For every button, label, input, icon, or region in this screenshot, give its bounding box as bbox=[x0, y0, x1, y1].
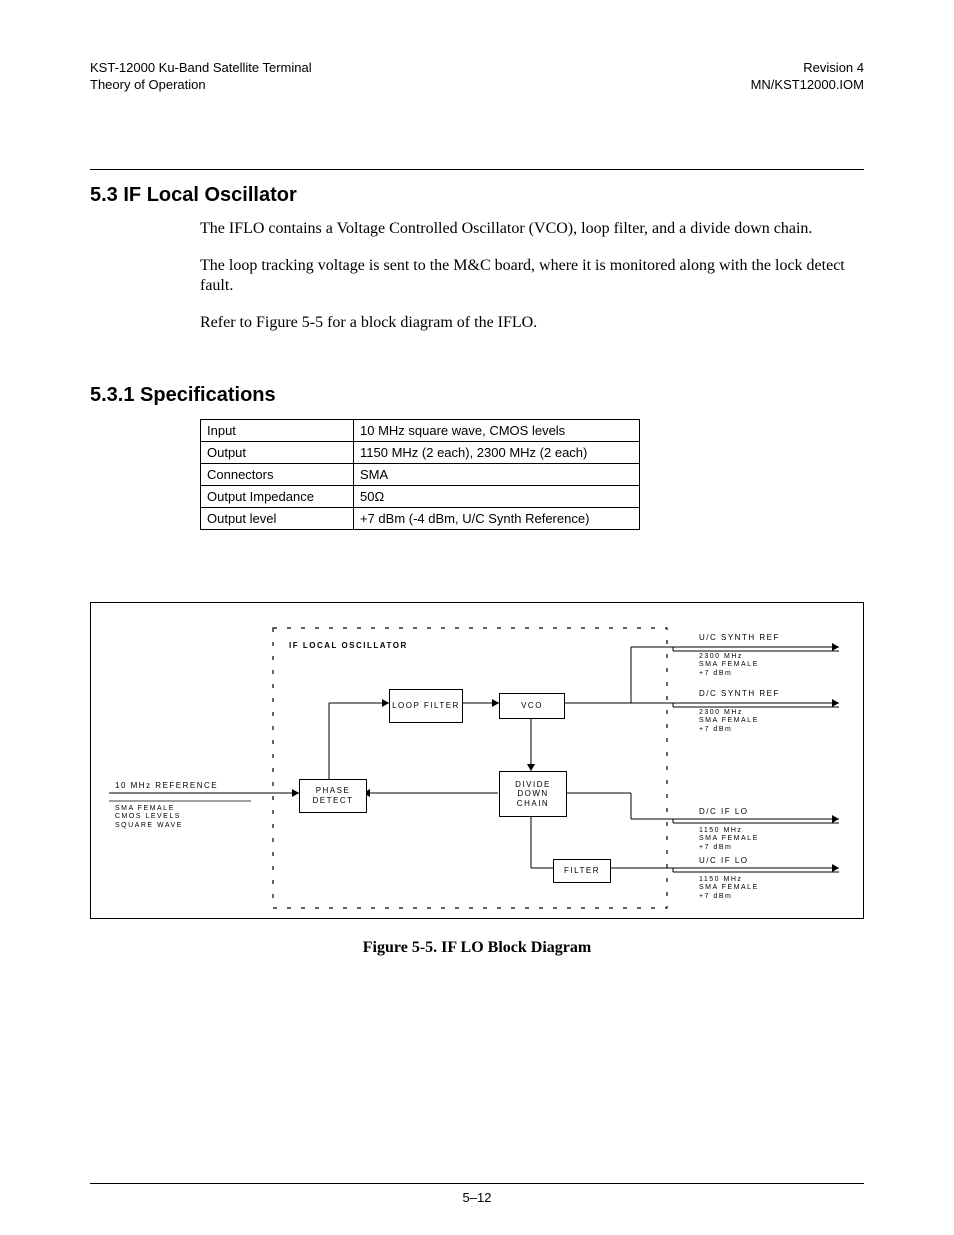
spec-value: 10 MHz square wave, CMOS levels bbox=[354, 419, 640, 441]
paragraph: Refer to Figure 5-5 for a block diagram … bbox=[200, 313, 850, 334]
spec-key: Output bbox=[201, 441, 354, 463]
output-label: D/C SYNTH REF bbox=[699, 689, 780, 699]
spec-value: +7 dBm (-4 dBm, U/C Synth Reference) bbox=[354, 507, 640, 529]
output-label: U/C SYNTH REF bbox=[699, 633, 780, 643]
spec-key: Output Impedance bbox=[201, 485, 354, 507]
block-diagram: IF LOCAL OSCILLATOR LOOP FILTER VCO PHAS… bbox=[90, 602, 864, 919]
table-row: Input10 MHz square wave, CMOS levels bbox=[201, 419, 640, 441]
spec-value: SMA bbox=[354, 463, 640, 485]
block-vco: VCO bbox=[499, 693, 565, 719]
doc-title: KST-12000 Ku-Band Satellite Terminal bbox=[90, 60, 312, 77]
block-filter: FILTER bbox=[553, 859, 611, 883]
figure-caption: Figure 5-5. IF LO Block Diagram bbox=[90, 939, 864, 957]
spec-key: Input bbox=[201, 419, 354, 441]
doc-section: Theory of Operation bbox=[90, 77, 312, 94]
table-row: Output level+7 dBm (-4 dBm, U/C Synth Re… bbox=[201, 507, 640, 529]
doc-id: MN/KST12000.IOM bbox=[751, 77, 864, 94]
spec-table: Input10 MHz square wave, CMOS levelsOutp… bbox=[200, 419, 640, 530]
input-label: 10 MHz REFERENCE bbox=[115, 781, 218, 791]
header-right: Revision 4 MN/KST12000.IOM bbox=[751, 60, 864, 94]
section-rule bbox=[90, 169, 864, 170]
table-row: Output Impedance50Ω bbox=[201, 485, 640, 507]
subsection-heading: 5.3.1 Specifications bbox=[90, 384, 864, 407]
revision: Revision 4 bbox=[751, 60, 864, 77]
header-left: KST-12000 Ku-Band Satellite Terminal The… bbox=[90, 60, 312, 94]
spec-value: 50Ω bbox=[354, 485, 640, 507]
output-sub: 1150 MHz SMA FEMALE +7 dBm bbox=[699, 876, 759, 901]
diagram-title: IF LOCAL OSCILLATOR bbox=[289, 641, 408, 651]
spec-value: 1150 MHz (2 each), 2300 MHz (2 each) bbox=[354, 441, 640, 463]
page-number: 5–12 bbox=[463, 1190, 492, 1205]
block-loop-filter: LOOP FILTER bbox=[389, 689, 463, 723]
output-label: D/C IF LO bbox=[699, 807, 749, 817]
page-footer: 5–12 bbox=[90, 1183, 864, 1205]
output-sub: 1150 MHz SMA FEMALE +7 dBm bbox=[699, 827, 759, 852]
page-header: KST-12000 Ku-Band Satellite Terminal The… bbox=[90, 60, 864, 94]
section-body: The IFLO contains a Voltage Controlled O… bbox=[200, 219, 850, 350]
output-sub: 2300 MHz SMA FEMALE +7 dBm bbox=[699, 653, 759, 678]
spec-key: Output level bbox=[201, 507, 354, 529]
table-row: Output1150 MHz (2 each), 2300 MHz (2 eac… bbox=[201, 441, 640, 463]
table-row: ConnectorsSMA bbox=[201, 463, 640, 485]
page: KST-12000 Ku-Band Satellite Terminal The… bbox=[0, 0, 954, 1235]
block-phase-detect: PHASE DETECT bbox=[299, 779, 367, 813]
paragraph: The IFLO contains a Voltage Controlled O… bbox=[200, 219, 850, 240]
output-label: U/C IF LO bbox=[699, 856, 749, 866]
spec-key: Connectors bbox=[201, 463, 354, 485]
input-sub: SMA FEMALE CMOS LEVELS SQUARE WAVE bbox=[115, 805, 183, 830]
block-divide-down: DIVIDE DOWN CHAIN bbox=[499, 771, 567, 817]
paragraph: The loop tracking voltage is sent to the… bbox=[200, 256, 850, 298]
output-sub: 2300 MHz SMA FEMALE +7 dBm bbox=[699, 709, 759, 734]
section-heading: 5.3 IF Local Oscillator bbox=[90, 184, 864, 207]
